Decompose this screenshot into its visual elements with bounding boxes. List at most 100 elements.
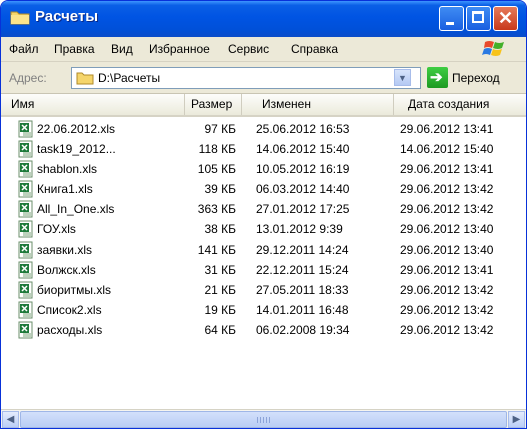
file-modified: 27.05.2011 18:33: [256, 282, 349, 297]
go-label[interactable]: Переход: [452, 71, 500, 85]
file-modified: 27.01.2012 17:25: [256, 202, 350, 217]
column-modified[interactable]: Изменен: [242, 94, 394, 115]
file-row[interactable]: Книга1.xls 39 КБ 06.03.2012 14:40 29.06.…: [1, 179, 526, 199]
file-modified: 14.06.2012 15:40: [256, 142, 350, 157]
file-size: 64 КБ: [204, 322, 236, 337]
address-bar: Адрес: D:\Расчеты ▼ ➔ Переход: [1, 62, 526, 94]
file-size: 97 КБ: [204, 122, 236, 136]
file-name: Список2.xls: [37, 302, 102, 317]
excel-file-icon: [18, 160, 33, 178]
arrow-right-icon: ➔: [430, 69, 443, 86]
file-name: Книга1.xls: [37, 182, 93, 197]
file-row[interactable]: shablon.xls 105 КБ 10.05.2012 16:19 29.0…: [1, 159, 526, 179]
excel-file-icon: [18, 321, 33, 339]
file-row[interactable]: заявки.xls 141 КБ 29.12.2011 14:24 29.06…: [1, 240, 526, 260]
file-created: 29.06.2012 13:40: [400, 242, 494, 257]
file-created: 29.06.2012 13:40: [400, 222, 494, 237]
file-size: 31 КБ: [204, 262, 236, 277]
address-label: Адрес:: [9, 71, 47, 85]
menu-edit[interactable]: Правка: [54, 42, 95, 56]
excel-file-icon: [18, 241, 33, 259]
file-size: 19 КБ: [204, 302, 236, 317]
file-row[interactable]: биоритмы.xls 21 КБ 27.05.2011 18:33 29.0…: [1, 280, 526, 300]
minimize-button[interactable]: [439, 6, 464, 31]
file-name: 22.06.2012.xls: [37, 122, 116, 136]
file-rows: 22.06.2012.xls 97 КБ 25.06.2012 16:53 29…: [1, 119, 526, 340]
go-button[interactable]: ➔: [427, 67, 448, 88]
horizontal-scrollbar[interactable]: ◀ ▶: [1, 409, 526, 428]
menu-view[interactable]: Вид: [111, 42, 133, 56]
file-name: task19_2012...: [37, 142, 116, 157]
windows-logo-icon: [482, 41, 504, 56]
scrollbar-thumb[interactable]: [20, 411, 507, 428]
file-row[interactable]: 22.06.2012.xls 97 КБ 25.06.2012 16:53 29…: [1, 119, 526, 139]
file-size: 38 КБ: [204, 222, 236, 237]
file-modified: 29.12.2011 14:24: [256, 242, 349, 257]
scroll-left-button[interactable]: ◀: [2, 411, 19, 428]
file-modified: 10.05.2012 16:19: [256, 162, 350, 177]
file-size: 118 КБ: [198, 142, 236, 157]
column-size[interactable]: Размер: [185, 94, 242, 115]
column-name[interactable]: Имя: [1, 94, 185, 115]
menu-file[interactable]: Файл: [9, 42, 39, 56]
scroll-right-button[interactable]: ▶: [508, 411, 525, 428]
close-icon: ✕: [497, 8, 514, 28]
file-size: 21 КБ: [204, 282, 236, 297]
file-created: 29.06.2012 13:42: [400, 182, 494, 197]
file-created: 29.06.2012 13:41: [400, 162, 494, 177]
menu-help[interactable]: Справка: [291, 42, 338, 56]
file-modified: 25.06.2012 16:53: [256, 122, 350, 136]
close-button[interactable]: ✕: [493, 6, 518, 31]
scrollbar-grip: [257, 417, 271, 423]
file-modified: 13.01.2012 9:39: [256, 222, 343, 237]
file-name: биоритмы.xls: [37, 282, 111, 297]
file-row[interactable]: All_In_One.xls 363 КБ 27.01.2012 17:25 2…: [1, 199, 526, 219]
file-row[interactable]: task19_2012... 118 КБ 14.06.2012 15:40 1…: [1, 139, 526, 159]
file-row[interactable]: ГОУ.xls 38 КБ 13.01.2012 9:39 29.06.2012…: [1, 219, 526, 239]
file-created: 29.06.2012 13:42: [400, 302, 494, 317]
address-input[interactable]: D:\Расчеты ▼: [71, 67, 421, 89]
maximize-button[interactable]: [466, 6, 491, 31]
file-name: All_In_One.xls: [37, 202, 115, 217]
file-created: 14.06.2012 15:40: [400, 142, 494, 157]
menu-favorites[interactable]: Избранное: [149, 42, 210, 56]
excel-file-icon: [18, 200, 33, 218]
excel-file-icon: [18, 180, 33, 198]
column-header: Имя Размер Изменен Дата создания: [1, 94, 526, 117]
excel-file-icon: [18, 120, 33, 138]
file-created: 29.06.2012 13:41: [400, 262, 494, 277]
file-modified: 06.02.2008 19:34: [256, 322, 350, 337]
address-value: D:\Расчеты: [98, 71, 161, 85]
title-bar[interactable]: Расчеты ✕: [1, 1, 526, 37]
excel-file-icon: [18, 281, 33, 299]
address-dropdown-button[interactable]: ▼: [394, 69, 411, 86]
file-modified: 06.03.2012 14:40: [256, 182, 350, 197]
file-list: Имя Размер Изменен Дата создания 22.06.2…: [1, 94, 526, 409]
menu-tools[interactable]: Сервис: [228, 42, 269, 56]
file-name: заявки.xls: [37, 242, 93, 257]
chevron-left-icon: ◀: [6, 414, 15, 425]
file-created: 29.06.2012 13:42: [400, 322, 494, 337]
minimize-icon: [446, 22, 454, 25]
chevron-right-icon: ▶: [512, 414, 521, 425]
folder-icon: [76, 72, 94, 85]
excel-file-icon: [18, 220, 33, 238]
column-created[interactable]: Дата создания: [394, 94, 526, 115]
file-name: shablon.xls: [37, 162, 98, 177]
excel-file-icon: [18, 301, 33, 319]
file-row[interactable]: расходы.xls 64 КБ 06.02.2008 19:34 29.06…: [1, 320, 526, 340]
file-row[interactable]: Волжск.xls 31 КБ 22.12.2011 15:24 29.06.…: [1, 260, 526, 280]
file-name: Волжск.xls: [37, 262, 96, 277]
maximize-icon: [472, 11, 484, 23]
file-name: ГОУ.xls: [37, 222, 76, 237]
file-size: 39 КБ: [204, 182, 236, 197]
file-size: 105 КБ: [197, 162, 236, 177]
file-created: 29.06.2012 13:42: [400, 202, 494, 217]
file-size: 141 КБ: [197, 242, 236, 257]
file-size: 363 КБ: [197, 202, 236, 217]
file-modified: 22.12.2011 15:24: [256, 262, 349, 277]
folder-icon: [10, 11, 30, 25]
file-modified: 14.01.2011 16:48: [256, 302, 349, 317]
file-row[interactable]: Список2.xls 19 КБ 14.01.2011 16:48 29.06…: [1, 300, 526, 320]
file-created: 29.06.2012 13:41: [400, 122, 494, 136]
